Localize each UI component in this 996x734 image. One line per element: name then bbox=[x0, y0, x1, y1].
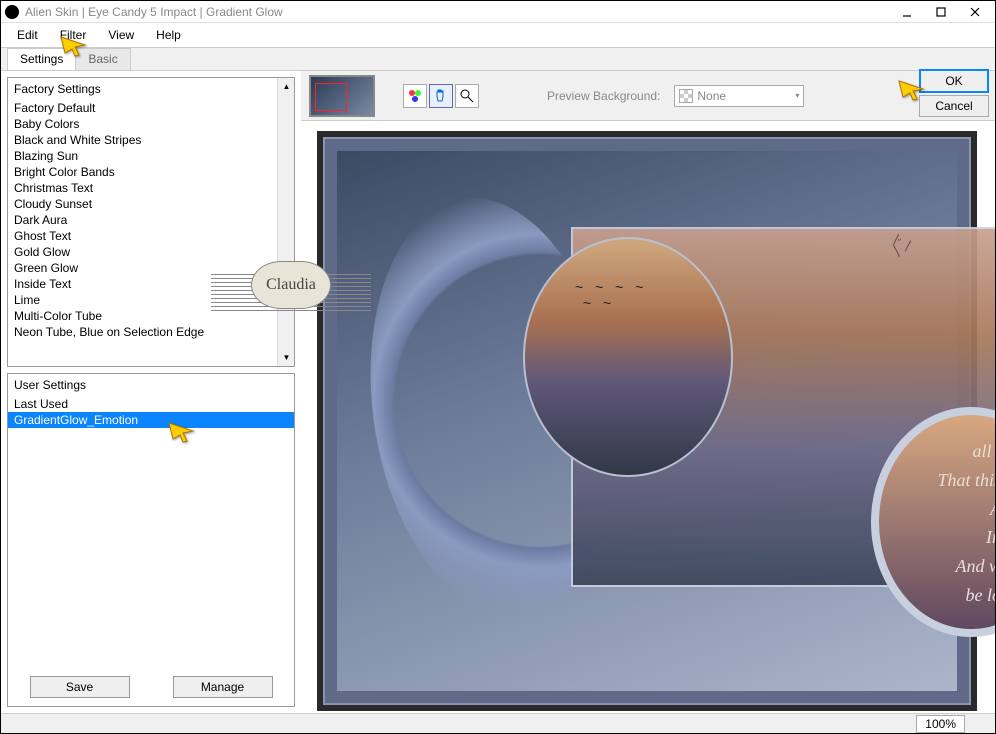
menu-edit[interactable]: Edit bbox=[7, 25, 48, 45]
list-item[interactable]: Factory Default bbox=[8, 100, 294, 116]
app-icon bbox=[5, 5, 19, 19]
list-item[interactable]: Baby Colors bbox=[8, 116, 294, 132]
factory-header: Factory Settings bbox=[8, 78, 294, 100]
zoom-level[interactable]: 100% bbox=[916, 715, 965, 733]
menu-view[interactable]: View bbox=[98, 25, 144, 45]
pointer-annotation bbox=[59, 35, 89, 57]
preview-area[interactable]: ~ ~ ~ ~ ~ ~ 〴〵〳 all tThat thisAInAnd wbe… bbox=[301, 121, 995, 713]
user-settings-list[interactable]: User Settings Last UsedGradientGlow_Emot… bbox=[7, 373, 295, 707]
list-item[interactable]: Black and White Stripes bbox=[8, 132, 294, 148]
tab-row: Settings Basic bbox=[1, 47, 995, 71]
zoom-tool-icon[interactable] bbox=[455, 84, 479, 108]
list-item[interactable]: GradientGlow_Emotion bbox=[8, 412, 294, 428]
list-item[interactable]: Bright Color Bands bbox=[8, 164, 294, 180]
preview-image: ~ ~ ~ ~ ~ ~ 〴〵〳 all tThat thisAInAnd wbe… bbox=[317, 131, 977, 711]
color-tool-icon[interactable] bbox=[403, 84, 427, 108]
list-item[interactable]: Cloudy Sunset bbox=[8, 196, 294, 212]
watermark-text: Claudia bbox=[251, 261, 331, 309]
list-item[interactable]: Gold Glow bbox=[8, 244, 294, 260]
preview-thumbnail[interactable] bbox=[309, 75, 375, 117]
manage-button[interactable]: Manage bbox=[173, 676, 273, 698]
list-item[interactable]: Neon Tube, Blue on Selection Edge bbox=[8, 324, 294, 340]
factory-settings-list[interactable]: Factory Settings Factory DefaultBaby Col… bbox=[7, 77, 295, 367]
preview-bg-dropdown[interactable]: None ▾ bbox=[674, 85, 804, 107]
preview-bg-label: Preview Background: bbox=[547, 89, 660, 103]
close-button[interactable] bbox=[959, 2, 991, 22]
window-title: Alien Skin | Eye Candy 5 Impact | Gradie… bbox=[25, 5, 889, 19]
status-bar: 100% bbox=[1, 713, 995, 733]
title-bar: Alien Skin | Eye Candy 5 Impact | Gradie… bbox=[1, 1, 995, 23]
hand-tool-icon[interactable] bbox=[429, 84, 453, 108]
pointer-annotation bbox=[897, 79, 927, 101]
list-item[interactable]: Ghost Text bbox=[8, 228, 294, 244]
watermark-stamp: Claudia bbox=[231, 261, 351, 321]
user-header: User Settings bbox=[8, 374, 294, 396]
checker-icon bbox=[679, 89, 693, 103]
minimize-button[interactable] bbox=[891, 2, 923, 22]
scrollbar[interactable]: ▲▼ bbox=[277, 78, 294, 366]
save-button[interactable]: Save bbox=[30, 676, 130, 698]
list-item[interactable]: Christmas Text bbox=[8, 180, 294, 196]
list-item[interactable]: Blazing Sun bbox=[8, 148, 294, 164]
preview-toolbar: Preview Background: None ▾ OK Cancel bbox=[301, 71, 995, 121]
chevron-down-icon: ▾ bbox=[795, 91, 799, 100]
cancel-button[interactable]: Cancel bbox=[919, 95, 989, 117]
ok-button[interactable]: OK bbox=[919, 69, 989, 93]
list-item[interactable]: Last Used bbox=[8, 396, 294, 412]
menu-help[interactable]: Help bbox=[146, 25, 191, 45]
maximize-button[interactable] bbox=[925, 2, 957, 22]
settings-panel: Factory Settings Factory DefaultBaby Col… bbox=[1, 71, 301, 713]
menu-bar: Edit Filter View Help bbox=[1, 23, 995, 47]
preview-bg-value: None bbox=[697, 89, 726, 103]
pointer-annotation bbox=[167, 421, 197, 443]
list-item[interactable]: Dark Aura bbox=[8, 212, 294, 228]
